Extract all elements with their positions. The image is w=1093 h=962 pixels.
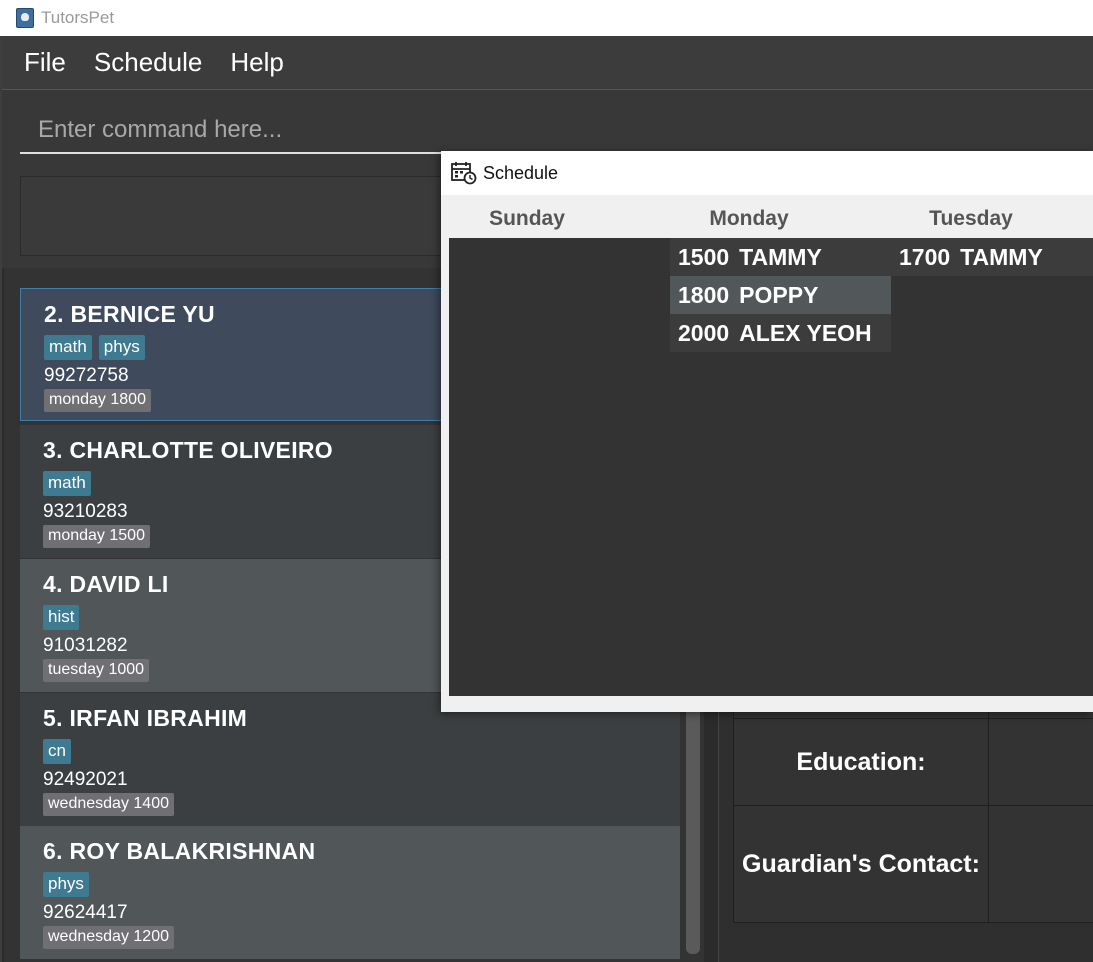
lesson-time: 2000: [678, 319, 730, 346]
detail-table: Education: Guardian's Contact:: [733, 687, 1093, 923]
lesson-student: TAMMY: [739, 243, 822, 270]
lesson-tag: wednesday 1200: [43, 926, 174, 949]
subject-tag: math: [44, 335, 92, 360]
detail-row-guardian: Guardian's Contact:: [733, 805, 1093, 923]
guardian-contact-value: [989, 806, 1093, 922]
subject-tags: phys: [43, 872, 89, 897]
lesson-slot[interactable]: 2000 ALEX YEOH: [670, 314, 891, 352]
subject-tag: phys: [98, 335, 145, 360]
day-headers: Sunday Monday Tuesday: [441, 195, 1093, 238]
subject-tags: hist: [43, 605, 80, 630]
lesson-tag: monday 1500: [43, 525, 150, 548]
student-card[interactable]: 5. IRFAN IBRAHIM cn 92492021 wednesday 1…: [20, 693, 680, 826]
menu-file[interactable]: File: [24, 47, 66, 78]
day-header-tuesday: Tuesday: [929, 207, 1013, 230]
student-card[interactable]: 6. ROY BALAKRISHNAN phys 92624417 wednes…: [20, 826, 680, 959]
student-name: 3. CHARLOTTE OLIVEIRO: [43, 437, 333, 463]
calendar-clock-icon: [451, 162, 477, 185]
day-header-sunday: Sunday: [489, 207, 565, 230]
lesson-slot[interactable]: 1800 POPPY: [670, 276, 891, 314]
schedule-title: Schedule: [483, 162, 559, 183]
education-value: [989, 719, 1093, 805]
window-titlebar: TutorsPet: [0, 0, 1093, 36]
student-phone: 99272758: [44, 365, 129, 386]
command-input[interactable]: [20, 108, 1091, 154]
subject-tag: cn: [43, 739, 71, 764]
schedule-window: Schedule Sunday Monday Tuesday 1500 TAMM…: [441, 151, 1093, 712]
education-label: Education:: [734, 719, 989, 805]
student-phone: 91031282: [43, 635, 128, 656]
window-title: TutorsPet: [41, 8, 115, 27]
lesson-tag: monday 1800: [44, 389, 151, 412]
day-column-monday: 1500 TAMMY 1800 POPPY 2000 ALEX YEOH: [670, 238, 891, 696]
student-name: 4. DAVID LI: [43, 571, 169, 597]
lesson-tag: tuesday 1000: [43, 659, 150, 682]
day-header-monday: Monday: [709, 207, 789, 230]
guardian-contact-label: Guardian's Contact:: [734, 806, 989, 922]
lesson-student: ALEX YEOH: [739, 319, 872, 346]
detail-row-education: Education:: [733, 718, 1093, 806]
day-column-sunday: [449, 238, 670, 696]
menu-help[interactable]: Help: [230, 47, 283, 78]
student-phone: 93210283: [43, 501, 128, 522]
schedule-titlebar: Schedule: [441, 151, 1093, 195]
lesson-time: 1800: [678, 281, 730, 308]
lesson-student: POPPY: [739, 281, 819, 308]
lesson-time: 1700: [899, 243, 951, 270]
student-name: 6. ROY BALAKRISHNAN: [43, 838, 316, 864]
subject-tag: phys: [43, 872, 89, 897]
student-name: 2. BERNICE YU: [44, 301, 215, 327]
subject-tags: math phys: [44, 335, 145, 360]
student-phone: 92624417: [43, 902, 128, 923]
lesson-slot[interactable]: 1700 TAMMY: [891, 238, 1093, 276]
subject-tag: hist: [43, 605, 80, 630]
app-icon: [16, 8, 34, 28]
lesson-student: TAMMY: [960, 243, 1043, 270]
lesson-time: 1500: [678, 243, 730, 270]
lesson-tag: wednesday 1400: [43, 793, 174, 816]
subject-tag: math: [43, 471, 91, 496]
menu-bar: File Schedule Help: [2, 36, 1093, 90]
subject-tags: math: [43, 471, 91, 496]
student-name: 5. IRFAN IBRAHIM: [43, 705, 248, 731]
day-column-tuesday: 1700 TAMMY: [891, 238, 1093, 696]
student-phone: 92492021: [43, 769, 128, 790]
menu-schedule[interactable]: Schedule: [94, 47, 202, 78]
subject-tags: cn: [43, 739, 71, 764]
lesson-slot[interactable]: 1500 TAMMY: [670, 238, 891, 276]
